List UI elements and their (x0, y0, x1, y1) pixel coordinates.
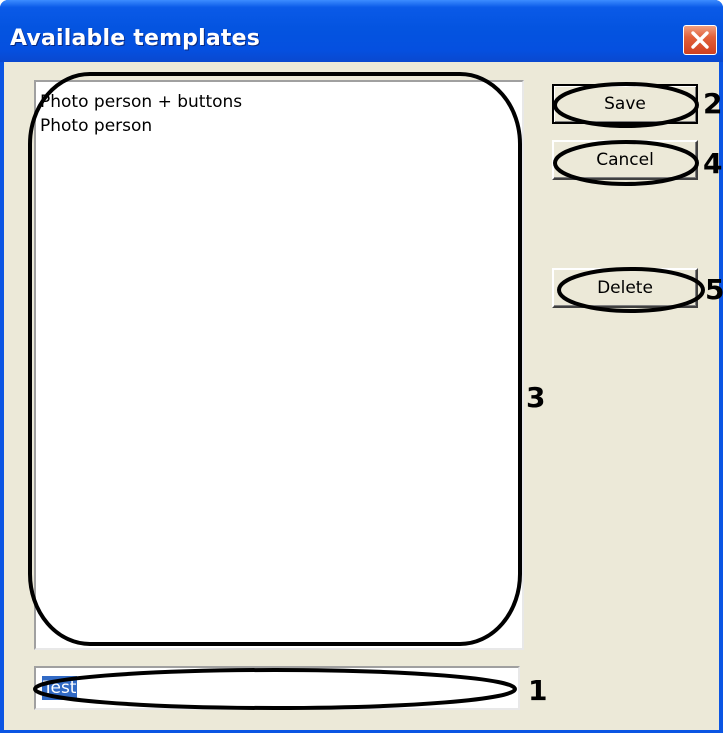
callout-number-name-field: 1 (528, 674, 548, 707)
window-title: Available templates (10, 26, 261, 51)
callout-number-delete: 5 (705, 273, 723, 306)
close-icon (691, 31, 709, 49)
template-name-value: Test (42, 676, 78, 700)
template-list-item[interactable]: Photo person + buttons (36, 90, 522, 114)
cancel-button[interactable]: Cancel (552, 140, 698, 180)
callout-number-save: 2 (703, 87, 723, 120)
title-bar[interactable]: Available templates (0, 0, 723, 62)
save-button[interactable]: Save (552, 84, 698, 124)
templates-listbox[interactable]: Photo person + buttons Photo person (34, 80, 524, 650)
template-list-item[interactable]: Photo person (36, 114, 522, 138)
delete-button[interactable]: Delete (552, 268, 698, 308)
templates-list: Photo person + buttons Photo person (36, 82, 522, 138)
dialog-window: Available templates Photo person + butto… (0, 0, 723, 733)
close-button[interactable] (683, 25, 717, 55)
dialog-client-area: Photo person + buttons Photo person Test … (4, 62, 719, 730)
template-name-input[interactable]: Test (34, 666, 520, 710)
callout-number-cancel: 4 (703, 147, 723, 180)
callout-number-list: 3 (526, 381, 546, 414)
